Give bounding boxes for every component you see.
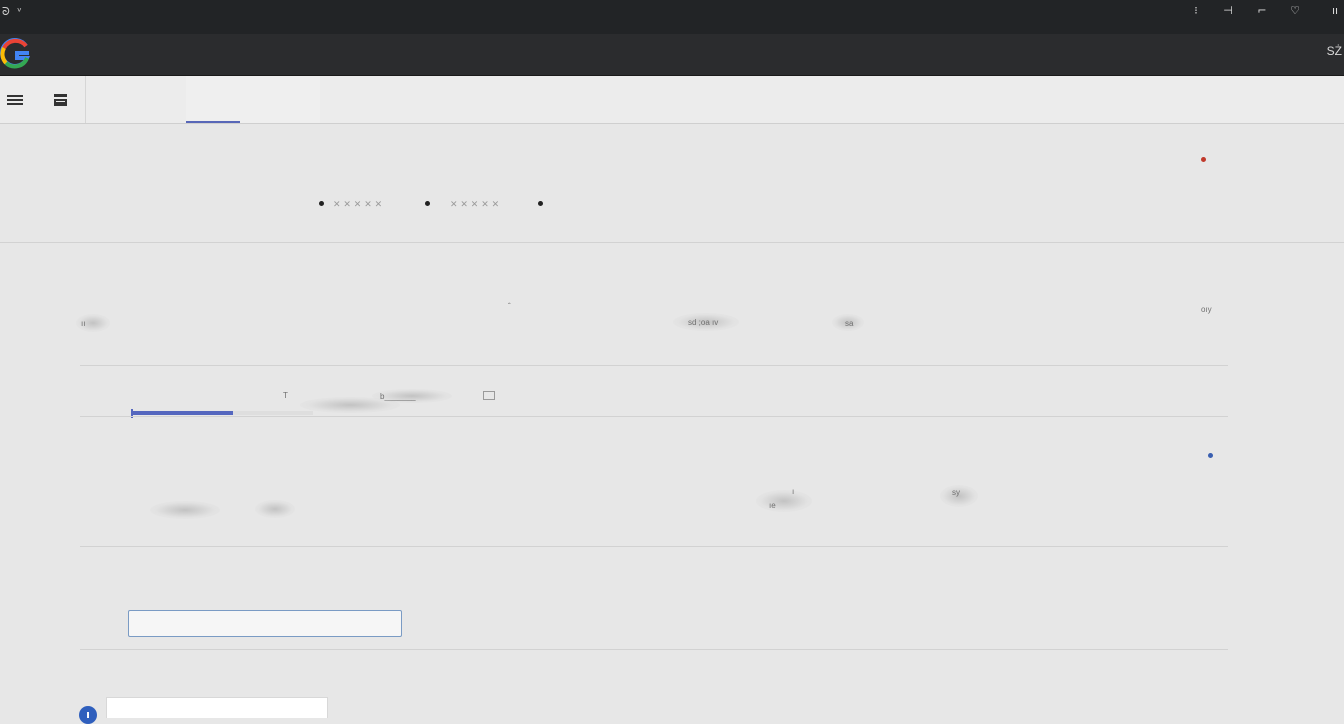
text-input[interactable] bbox=[128, 610, 402, 637]
row-divider bbox=[80, 649, 1228, 650]
progress-bar bbox=[131, 411, 313, 415]
row-value: oıy bbox=[1201, 305, 1212, 314]
row-label: T bbox=[283, 391, 288, 400]
progress-bar-fill bbox=[131, 411, 233, 415]
titlebar-left-text: ᘐ ᵛ bbox=[2, 5, 24, 18]
info-icon[interactable]: ı bbox=[79, 706, 97, 724]
notification-dot bbox=[1201, 157, 1206, 162]
tab-active[interactable] bbox=[186, 76, 320, 123]
row-label: ıı bbox=[81, 319, 86, 328]
tab-first[interactable] bbox=[86, 76, 186, 123]
row-label: ı bbox=[792, 487, 795, 496]
row-label: sy bbox=[952, 488, 960, 497]
blurred-label bbox=[756, 490, 812, 512]
row-label: ıe bbox=[769, 501, 776, 510]
blurred-label bbox=[255, 500, 295, 518]
svg-text:✕ ✕ ✕ ✕ ✕: ✕ ✕ ✕ ✕ ✕ bbox=[450, 200, 499, 209]
pager-dot[interactable] bbox=[319, 201, 324, 206]
row-divider bbox=[80, 365, 1228, 366]
row-label: ˆ bbox=[508, 302, 511, 311]
status-dot bbox=[1208, 453, 1213, 458]
bottom-card[interactable] bbox=[106, 697, 328, 718]
active-tab-indicator bbox=[186, 121, 240, 123]
pager-dot[interactable] bbox=[425, 201, 430, 206]
section-divider bbox=[0, 242, 1344, 243]
row-divider bbox=[80, 546, 1228, 547]
blurred-label bbox=[300, 397, 400, 413]
svg-text:✕ ✕ ✕ ✕ ✕: ✕ ✕ ✕ ✕ ✕ bbox=[333, 200, 382, 209]
menu-icon[interactable] bbox=[7, 93, 23, 107]
row-divider bbox=[80, 416, 1228, 417]
star-rating-icon: ✕ ✕ ✕ ✕ ✕ bbox=[333, 200, 382, 209]
user-badge[interactable]: SŻ bbox=[1327, 44, 1342, 58]
close-icon[interactable]: ıı bbox=[1327, 3, 1343, 19]
pin-icon[interactable]: ⊣ bbox=[1220, 3, 1236, 19]
row-label: sa bbox=[845, 319, 854, 328]
app-header: SŻ bbox=[0, 34, 1344, 76]
shield-icon[interactable]: ♡ bbox=[1287, 3, 1303, 19]
star-rating-icon: ✕ ✕ ✕ ✕ ✕ bbox=[450, 200, 499, 209]
google-logo-icon[interactable] bbox=[0, 36, 30, 72]
checkbox[interactable] bbox=[483, 391, 495, 400]
minimize-icon[interactable]: ⌐ bbox=[1254, 3, 1270, 19]
blurred-label bbox=[150, 501, 220, 519]
pager-dot[interactable] bbox=[538, 201, 543, 206]
row-label: sd ;oa ıv bbox=[688, 318, 719, 327]
more-vert-icon[interactable]: ⁝ bbox=[1188, 3, 1204, 19]
list-view-icon[interactable] bbox=[53, 93, 69, 107]
window-titlebar: ᘐ ᵛ ⁝ ⊣ ⌐ ♡ ıı bbox=[0, 0, 1344, 34]
